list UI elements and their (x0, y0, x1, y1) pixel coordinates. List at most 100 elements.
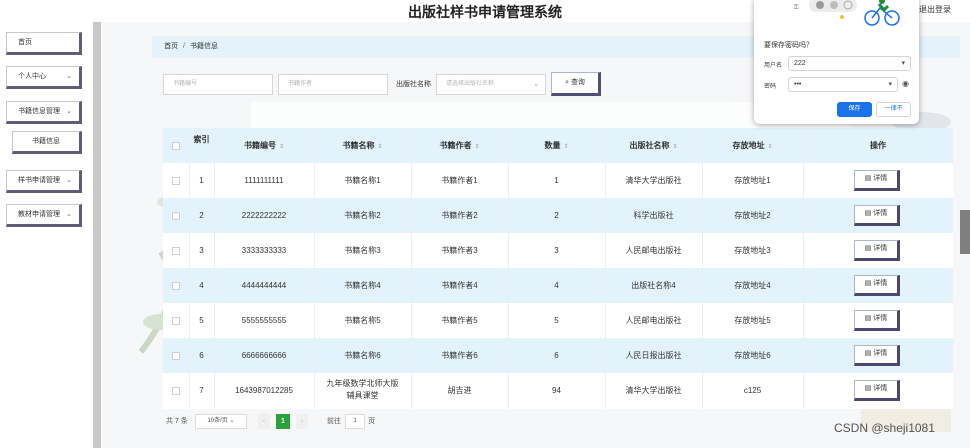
column-header-book-no[interactable]: 书籍编号 ⇕ (214, 128, 314, 163)
sort-icon[interactable]: ⇕ (474, 144, 479, 150)
column-header-index[interactable]: 索引 (189, 128, 214, 163)
eye-icon[interactable]: ◉ (902, 79, 909, 88)
book-no-input[interactable]: 书籍编号 (163, 74, 273, 95)
column-divider (508, 128, 509, 409)
sidebar-item[interactable]: 首页 (6, 32, 82, 55)
never-save-button[interactable]: 一律不 (876, 102, 911, 117)
sort-icon[interactable]: ⇕ (767, 144, 772, 150)
document-icon: ▤ (864, 315, 874, 322)
detail-button[interactable]: ▤ 详情 (854, 380, 900, 401)
table-cell-name: 书籍名称6 (344, 351, 381, 360)
author-input[interactable]: 书籍作者 (278, 74, 388, 95)
breadcrumb-home[interactable]: 首页 (164, 43, 178, 50)
column-header-book-name[interactable]: 书籍名称 ⇕ (314, 128, 411, 163)
publisher-select-placeholder: 请选择出版社名称 (446, 81, 495, 87)
page-size-select[interactable]: 10条/页 ⌄ (195, 414, 247, 429)
sidebar-divider (93, 22, 101, 448)
row-checkbox[interactable] (172, 387, 180, 395)
table-cell-name: 书籍名称2 (344, 211, 381, 220)
table-cell-publisher: 人民邮电出版社 (625, 316, 682, 325)
prev-page-button[interactable]: ‹ (258, 414, 270, 429)
table-row: 2 2222222222 书籍名称2 书籍作者2 2 科学出版社 存放地址2 ▤ 详情 (163, 198, 953, 233)
sort-icon[interactable]: ⇕ (377, 144, 382, 150)
column-divider (702, 128, 703, 409)
table-cell-index: 2 (199, 211, 204, 220)
detail-button[interactable]: ▤ 详情 (854, 275, 900, 296)
table-cell-qty: 1 (554, 176, 559, 185)
column-divider (314, 128, 315, 409)
detail-button[interactable]: ▤ 详情 (854, 205, 900, 226)
detail-button[interactable]: ▤ 详情 (854, 310, 900, 331)
sidebar-item[interactable]: 个人中心 ⌄ (6, 66, 82, 89)
detail-button-label: 详情 (873, 210, 888, 217)
document-icon: ▤ (864, 245, 874, 252)
dropdown-arrow-icon[interactable]: ▾ (901, 57, 905, 70)
table-cell-name: 九年级数学北师大版辅具课堂 (326, 379, 399, 400)
page-number-current[interactable]: 1 (276, 414, 290, 429)
table-cell-index: 6 (199, 351, 204, 360)
row-checkbox[interactable] (172, 352, 180, 360)
sidebar-item-label: 书籍信息 (32, 138, 60, 145)
detail-button[interactable]: ▤ 详情 (854, 240, 900, 261)
detail-button-label: 详情 (873, 315, 888, 322)
table-cell-book-no: 5555555555 (241, 316, 287, 325)
table-cell-address: 存放地址2 (734, 211, 771, 220)
sort-icon[interactable]: ⇕ (563, 144, 568, 150)
document-icon: ▤ (864, 280, 874, 287)
table-cell-qty: 3 (554, 246, 559, 255)
next-page-button[interactable]: › (296, 414, 308, 429)
sidebar-item[interactable]: 教材申请管理 ⌄ (6, 204, 82, 227)
row-checkbox[interactable] (172, 212, 180, 220)
column-header-address[interactable]: 存放地址 ⇕ (702, 128, 803, 163)
dropdown-arrow-icon[interactable]: ▾ (888, 78, 892, 91)
table-cell-address: 存放地址6 (734, 351, 771, 360)
chevron-down-icon: ⌄ (66, 177, 72, 184)
column-header-publisher[interactable]: 出版社名称 ⇕ (605, 128, 702, 163)
table-cell-author: 胡吉进 (447, 386, 472, 395)
detail-button-label: 详情 (873, 175, 888, 182)
column-header-quantity[interactable]: 数量 ⇕ (508, 128, 605, 163)
column-label: 存放地址 (732, 141, 765, 150)
table-row: 7 1643987012285 九年级数学北师大版辅具课堂 胡吉进 94 清华大学出版社 c… (163, 373, 953, 408)
table-cell-qty: 5 (554, 316, 559, 325)
table-cell-book-no: 1643987012285 (235, 386, 293, 395)
table-cell-index: 1 (199, 176, 204, 185)
table-cell-address: 存放地址4 (734, 281, 771, 290)
detail-button-label: 详情 (873, 245, 888, 252)
sidebar-item[interactable]: 书籍信息管理 ⌄ (6, 101, 82, 124)
column-header-author[interactable]: 书籍作者 ⇕ (411, 128, 508, 163)
table-cell-author: 书籍作者3 (441, 246, 478, 255)
row-checkbox[interactable] (172, 317, 180, 325)
row-checkbox[interactable] (172, 177, 180, 185)
table-cell-name: 书籍名称4 (344, 281, 381, 290)
row-checkbox[interactable] (172, 247, 180, 255)
row-checkbox[interactable] (172, 282, 180, 290)
detail-button-label: 详情 (873, 385, 888, 392)
column-label: 出版社名称 (629, 141, 670, 150)
sidebar-item[interactable]: 样书申请管理 ⌄ (6, 170, 82, 193)
logout-link[interactable]: 退出登录 (919, 4, 951, 15)
table-cell-qty: 94 (552, 386, 561, 395)
table-cell-author: 书籍作者2 (441, 211, 478, 220)
breadcrumb-separator: / (183, 43, 185, 50)
table-cell-author: 书籍作者4 (441, 281, 478, 290)
select-all-checkbox[interactable] (172, 142, 180, 150)
sidebar-item[interactable]: 书籍信息 (12, 131, 82, 154)
username-label: 用户名 (764, 63, 783, 69)
table-header: 索引 书籍编号 ⇕ 书籍名称 ⇕ 书籍作者 ⇕ 数量 ⇕ 出版社名称 ⇕ 存放地址 ⇕ 操作 (163, 128, 953, 163)
goto-page-input[interactable]: 1 (345, 414, 365, 429)
search-icon: ⌕ (565, 79, 569, 86)
sort-icon[interactable]: ⇕ (279, 144, 284, 150)
save-password-button[interactable]: 保存 (837, 102, 872, 117)
password-field[interactable]: ••• ▾ (788, 77, 898, 92)
sort-icon[interactable]: ⇕ (672, 144, 677, 150)
column-header-actions: 操作 (870, 141, 886, 150)
detail-button[interactable]: ▤ 详情 (854, 345, 900, 366)
detail-button[interactable]: ▤ 详情 (854, 170, 900, 191)
column-divider (605, 128, 606, 409)
query-button[interactable]: ⌕ 查询 (551, 72, 601, 96)
column-label: 书籍名称 (342, 141, 375, 150)
username-field[interactable]: 222 ▾ (788, 56, 911, 71)
scrollbar-thumb[interactable] (960, 210, 970, 254)
publisher-select[interactable]: 请选择出版社名称 ⌄ (436, 74, 546, 95)
